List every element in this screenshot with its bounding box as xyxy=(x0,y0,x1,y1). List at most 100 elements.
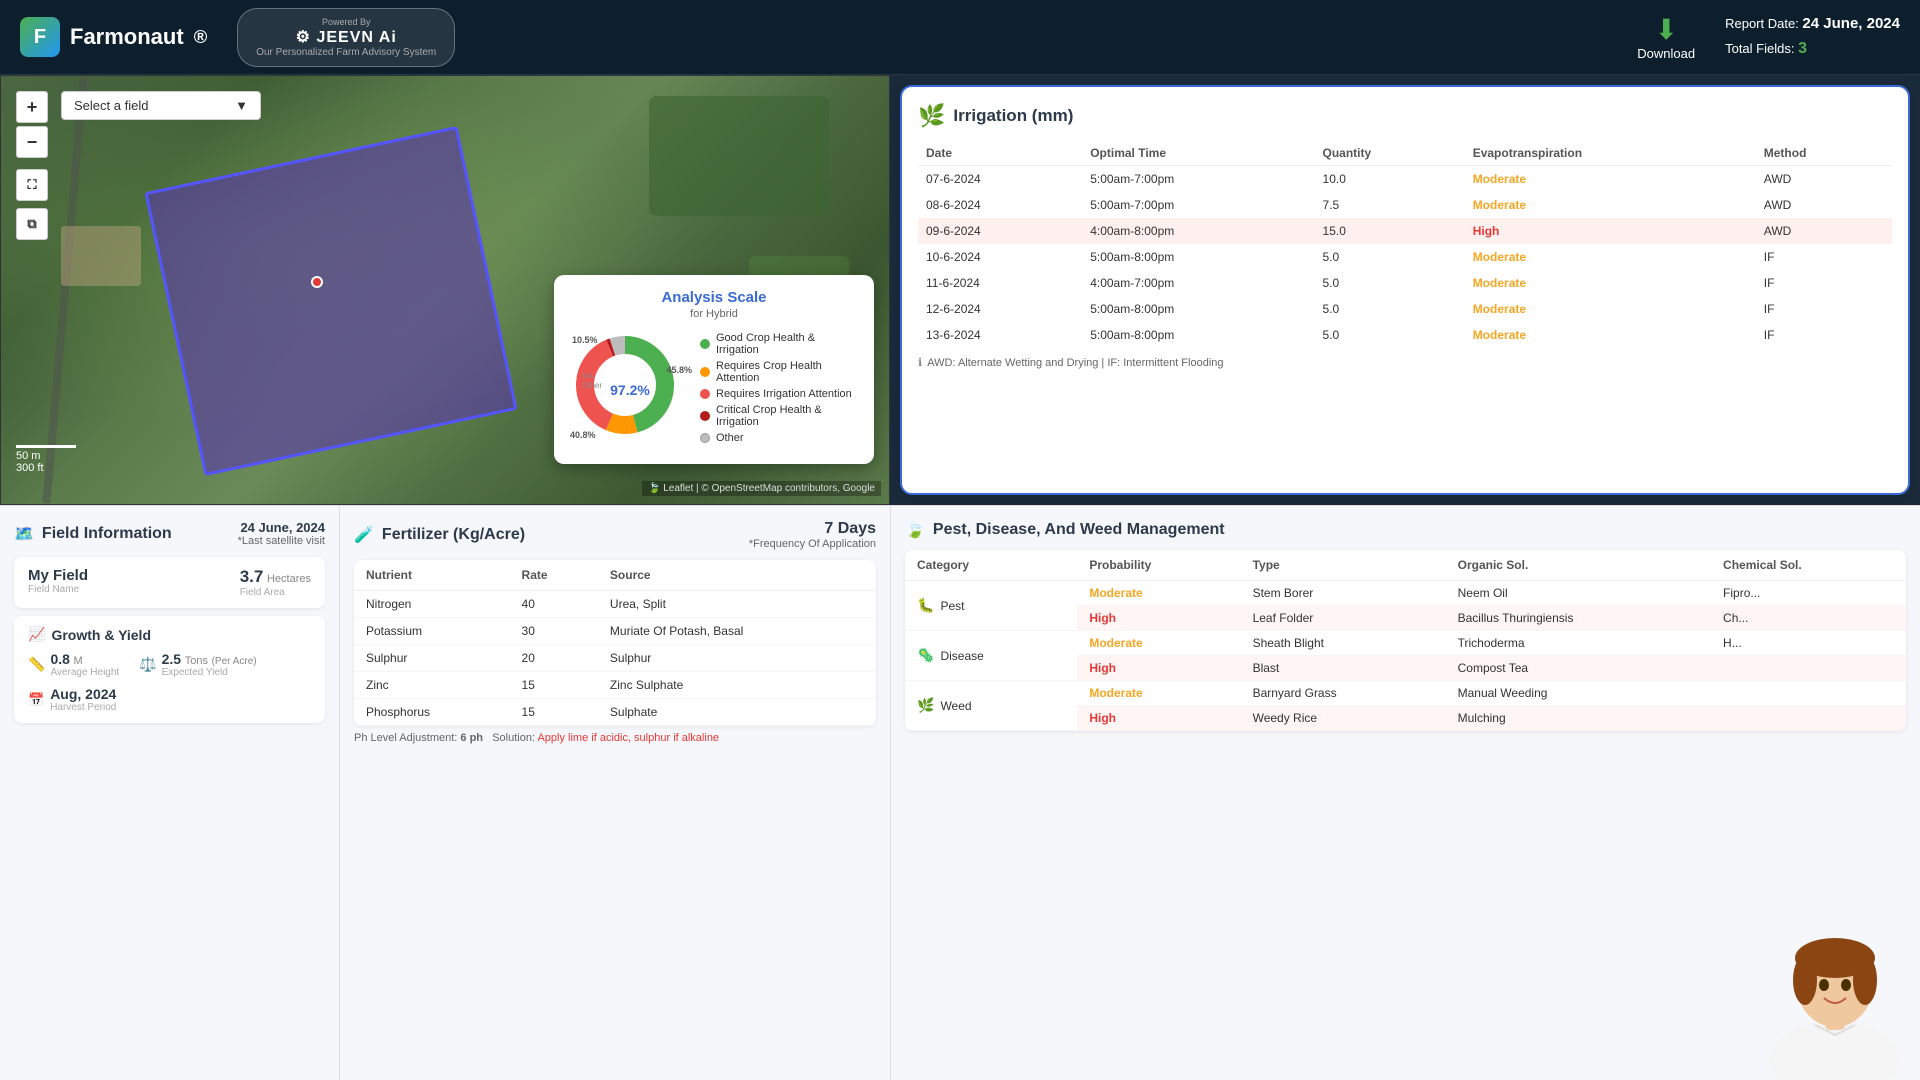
pest-row: 🌿 Weed Moderate Barnyard Grass Manual We… xyxy=(905,681,1906,706)
hectares-unit: Hectares xyxy=(267,573,311,585)
irrigation-qty: 7.5 xyxy=(1315,192,1465,218)
col-rate: Rate xyxy=(510,560,598,591)
fertilizer-row: Phosphorus 15 Sulphate xyxy=(354,699,876,726)
legend-item-5: Other xyxy=(700,432,858,444)
zoom-out-button[interactable]: − xyxy=(16,126,48,158)
irrigation-panel: 🌿 Irrigation (mm) Date Optimal Time Quan… xyxy=(900,85,1910,495)
irrigation-et: Moderate xyxy=(1465,244,1756,270)
pest-probability: High xyxy=(1077,706,1240,731)
legend-dot-1 xyxy=(700,339,710,349)
pest-col-organic: Organic Sol. xyxy=(1446,550,1711,581)
irrigation-qty: 5.0 xyxy=(1315,270,1465,296)
irrigation-row: 10-6-2024 5:00am-8:00pm 5.0 Moderate IF xyxy=(918,244,1892,270)
pest-chemical xyxy=(1711,681,1906,706)
pct-label-3: 40.8% xyxy=(570,430,596,440)
total-fields: Total Fields: 3 xyxy=(1725,36,1900,62)
avatar-svg xyxy=(1750,870,1920,1080)
yield-values: 2.5 Tons (Per Acre) Expected Yield xyxy=(162,651,257,678)
ph-label: Ph Level Adjustment: xyxy=(354,732,457,744)
irrigation-time: 5:00am-7:00pm xyxy=(1082,192,1314,218)
field-name: My Field xyxy=(28,567,88,584)
harvest-label: Harvest Period xyxy=(50,702,116,713)
fertilizer-row: Sulphur 20 Sulphur xyxy=(354,645,876,672)
irrigation-date: 10-6-2024 xyxy=(918,244,1082,270)
irrigation-date: 07-6-2024 xyxy=(918,166,1082,193)
scale-bar xyxy=(16,445,76,448)
pest-organic: Compost Tea xyxy=(1446,656,1711,681)
nutrient-source: Muriate Of Potash, Basal xyxy=(598,618,876,645)
map-controls: + − ⛶ ⧉ xyxy=(16,91,48,240)
analysis-scale-popup: Analysis Scale for Hybrid xyxy=(554,275,874,464)
irrigation-time: 4:00am-7:00pm xyxy=(1082,270,1314,296)
pest-row: 🐛 Pest Moderate Stem Borer Neem Oil Fipr… xyxy=(905,581,1906,606)
field-select-dropdown[interactable]: Select a field ▼ xyxy=(61,91,261,120)
irrigation-date: 09-6-2024 xyxy=(918,218,1082,244)
pest-title: 🍃 Pest, Disease, And Weed Management xyxy=(905,520,1906,540)
irrigation-note-text: AWD: Alternate Wetting and Drying | IF: … xyxy=(927,357,1223,369)
pest-probability: High xyxy=(1077,656,1240,681)
col-nutrient: Nutrient xyxy=(354,560,510,591)
legend-item-4: Critical Crop Health & Irrigation xyxy=(700,404,858,428)
dropdown-chevron-icon: ▼ xyxy=(235,98,248,113)
pest-col-category: Category xyxy=(905,550,1077,581)
days-sub: *Frequency Of Application xyxy=(749,538,876,550)
growth-icon: 📈 xyxy=(28,626,45,643)
layers-button[interactable]: ⧉ xyxy=(16,208,48,240)
harvest-icon: 📅 xyxy=(28,692,44,708)
fertilizer-table: Nutrient Rate Source Nitrogen 40 Urea, S… xyxy=(354,560,876,726)
pest-title-text: Pest, Disease, And Weed Management xyxy=(933,521,1225,539)
irrigation-date: 08-6-2024 xyxy=(918,192,1082,218)
fertilizer-icon: 🧪 xyxy=(354,525,374,545)
legend-label-2: Requires Crop Health Attention xyxy=(716,360,858,384)
pest-organic: Bacillus Thuringiensis xyxy=(1446,606,1711,631)
irrigation-date: 12-6-2024 xyxy=(918,296,1082,322)
hectares-value: 3.7 xyxy=(240,567,264,586)
irrigation-title: 🌿 Irrigation (mm) xyxy=(918,103,1892,129)
irrigation-table-body: 07-6-2024 5:00am-7:00pm 10.0 Moderate AW… xyxy=(918,166,1892,349)
pest-probability: High xyxy=(1077,606,1240,631)
nutrient-name: Potassium xyxy=(354,618,510,645)
irrigation-method: AWD xyxy=(1756,166,1892,193)
irrigation-time: 5:00am-8:00pm xyxy=(1082,244,1314,270)
irrigation-method: IF xyxy=(1756,322,1892,348)
pest-chemical: Ch... xyxy=(1711,606,1906,631)
pest-organic: Manual Weeding xyxy=(1446,681,1711,706)
pest-type: Barnyard Grass xyxy=(1241,681,1446,706)
fertilizer-row: Potassium 30 Muriate Of Potash, Basal xyxy=(354,618,876,645)
bottom-left: 🗺️ Field Information 24 June, 2024 *Last… xyxy=(0,505,890,1080)
col-source: Source xyxy=(598,560,876,591)
fertilizer-panel: 🧪 Fertilizer (Kg/Acre) 7 Days *Frequency… xyxy=(340,505,890,1080)
legend-dot-5 xyxy=(700,433,710,443)
header-left: F Farmonaut ® Powered By ⚙ JEEVN Ai Our … xyxy=(20,8,455,67)
nutrient-rate: 15 xyxy=(510,672,598,699)
total-fields-label: Total Fields: xyxy=(1725,41,1794,56)
last-visit-label: *Last satellite visit xyxy=(238,535,325,547)
nutrient-name: Nitrogen xyxy=(354,591,510,618)
height-label: Average Height xyxy=(50,667,119,678)
download-button[interactable]: ⬇ Download xyxy=(1637,13,1695,61)
field-info-title: 🗺️ Field Information xyxy=(14,524,172,544)
nutrient-source: Sulphur xyxy=(598,645,876,672)
report-date-display: 24 June, 2024 xyxy=(238,520,325,535)
height-value: 0.8 xyxy=(50,651,69,667)
buildings xyxy=(61,226,141,286)
irrigation-qty: 5.0 xyxy=(1315,322,1465,348)
avatar-container xyxy=(1740,860,1920,1080)
field-card: My Field Field Name 3.7 Hectares Field A… xyxy=(14,557,325,608)
logo: F Farmonaut ® xyxy=(20,17,207,57)
category-icon: 🦠 xyxy=(917,647,934,664)
pest-chemical xyxy=(1711,656,1906,681)
irrigation-qty: 10.0 xyxy=(1315,166,1465,193)
pest-type: Weedy Rice xyxy=(1241,706,1446,731)
report-info: Report Date: 24 June, 2024 Total Fields:… xyxy=(1725,12,1900,62)
nutrient-name: Sulphur xyxy=(354,645,510,672)
other-label: 5% Other xyxy=(582,372,602,390)
zoom-in-button[interactable]: + xyxy=(16,91,48,123)
harvest-info: Aug, 2024 Harvest Period xyxy=(50,686,116,713)
irrigation-date: 13-6-2024 xyxy=(918,322,1082,348)
fullscreen-button[interactable]: ⛶ xyxy=(16,169,48,201)
legend-item-2: Requires Crop Health Attention xyxy=(700,360,858,384)
yield-icon: ⚖️ xyxy=(139,656,156,673)
irrigation-et: Moderate xyxy=(1465,192,1756,218)
nutrient-rate: 30 xyxy=(510,618,598,645)
